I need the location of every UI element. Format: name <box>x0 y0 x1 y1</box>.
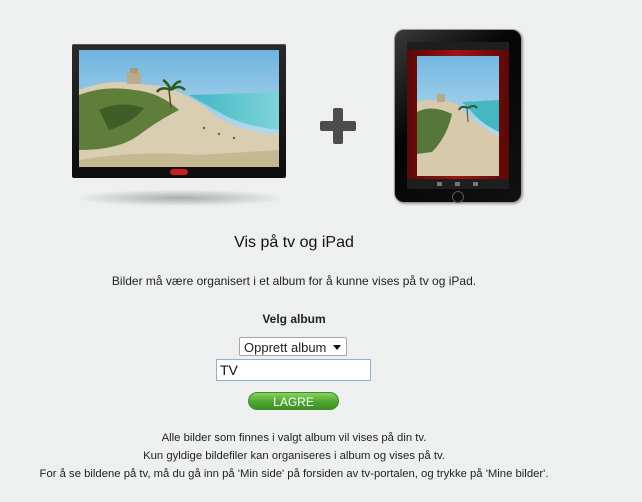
info-line-3: For å se bildene på tv, må du gå inn på … <box>39 468 549 480</box>
tv-brand-logo <box>170 169 188 175</box>
album-name-input[interactable] <box>216 359 371 381</box>
plus-icon <box>320 108 356 144</box>
album-select[interactable]: Opprett album <box>239 337 347 356</box>
page-description: Bilder må være organisert i et album for… <box>111 274 477 288</box>
page-title: Vis på tv og iPad <box>234 234 354 251</box>
save-button[interactable]: LAGRE <box>248 392 339 410</box>
info-line-2: Kun gyldige bildefiler kan organiseres i… <box>143 450 445 462</box>
album-select-label: Velg album <box>262 312 326 326</box>
ipad-illustration <box>394 29 522 203</box>
ipad-home-button <box>452 191 464 203</box>
album-select-value: Opprett album <box>244 340 327 355</box>
tv-illustration <box>72 44 286 178</box>
info-line-1: Alle bilder som finnes i valgt album vil… <box>161 432 427 444</box>
chevron-down-icon <box>333 345 341 350</box>
ipad-beach-photo <box>407 42 509 189</box>
tv-shadow <box>80 190 280 206</box>
tv-beach-photo <box>79 50 279 167</box>
